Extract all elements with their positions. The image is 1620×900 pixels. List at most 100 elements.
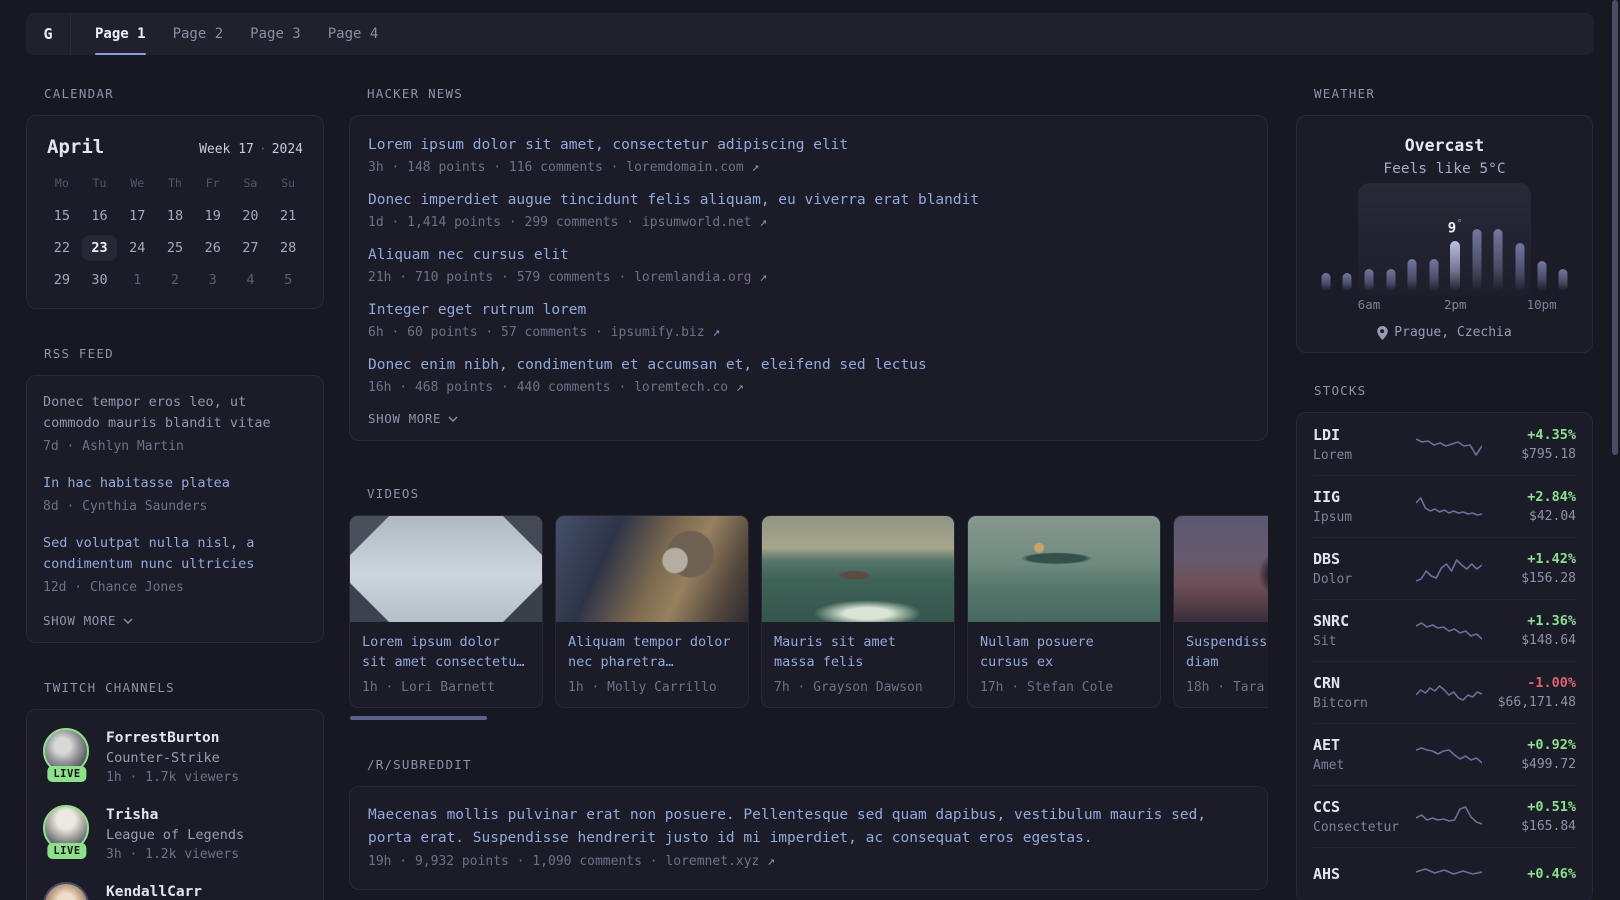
calendar-day: 1 bbox=[118, 264, 156, 296]
calendar-day-number: 24 bbox=[129, 240, 146, 256]
subreddit-post-title[interactable]: Maecenas mollis pulvinar erat non posuer… bbox=[368, 804, 1238, 849]
stock-values: +1.36% $148.64 bbox=[1482, 613, 1576, 648]
app-logo[interactable]: G bbox=[26, 13, 70, 55]
hn-item-title[interactable]: Donec imperdiet augue tincidunt felis al… bbox=[368, 189, 1249, 211]
stock-row[interactable]: AET Amet +0.92% $499.72 bbox=[1313, 723, 1576, 785]
subreddit-card: Maecenas mollis pulvinar erat non posuer… bbox=[349, 786, 1268, 890]
video-card-body: Aliquam tempor dolor nec pharetra… 1h · M… bbox=[556, 622, 748, 707]
stock-values: +2.84% $42.04 bbox=[1482, 489, 1576, 524]
calendar-week-info: Week 17 · 2024 bbox=[199, 142, 303, 157]
video-title[interactable]: Lorem ipsum dolor sit amet consectetu… bbox=[362, 633, 526, 672]
video-card[interactable]: Suspendisse diam 18h · Tara bbox=[1173, 515, 1268, 708]
video-thumbnail[interactable] bbox=[556, 516, 748, 622]
calendar-day: 15 bbox=[43, 200, 81, 232]
hn-item-title[interactable]: Lorem ipsum dolor sit amet, consectetur … bbox=[368, 134, 1249, 156]
video-card[interactable]: Lorem ipsum dolor sit amet consectetu… 1h… bbox=[349, 515, 543, 708]
twitch-channel-name[interactable]: ForrestBurton bbox=[106, 728, 239, 746]
hn-domain-link[interactable]: ipsumworld.net bbox=[642, 215, 759, 230]
hn-item-meta: 6h · 60 points · 57 comments · ipsumify.… bbox=[368, 325, 1249, 340]
weather-bar bbox=[1407, 259, 1417, 291]
stock-row[interactable]: DBS Dolor +1.42% $156.28 bbox=[1313, 537, 1576, 599]
video-card[interactable]: Aliquam tempor dolor nec pharetra… 1h · M… bbox=[555, 515, 749, 708]
weather-widget: WEATHER Overcast Feels like 5°C 9° 6am 2p… bbox=[1296, 86, 1593, 353]
stock-row[interactable]: AHS +0.46% bbox=[1313, 847, 1576, 900]
rss-show-more-button[interactable]: SHOW MORE bbox=[43, 613, 133, 628]
rss-item-title[interactable]: Donec tempor eros leo, ut commodo mauris… bbox=[43, 392, 283, 434]
twitch-channel-name[interactable]: Trisha bbox=[106, 805, 244, 823]
hn-domain-link[interactable]: ipsumify.biz bbox=[611, 325, 713, 340]
weather-bar bbox=[1321, 273, 1331, 291]
stock-row[interactable]: CCS Consectetur +0.51% $165.84 bbox=[1313, 785, 1576, 847]
stock-symbol: AET bbox=[1313, 736, 1341, 754]
hn-item-title[interactable]: Donec enim nibh, condimentum et accumsan… bbox=[368, 354, 1249, 376]
video-meta: 18h · Tara bbox=[1186, 680, 1265, 695]
calendar-day-number: 30 bbox=[91, 272, 108, 288]
videos-section-title: VIDEOS bbox=[367, 486, 420, 501]
stock-name: Bitcorn bbox=[1313, 696, 1368, 711]
stock-row[interactable]: SNRC Sit +1.36% $148.64 bbox=[1313, 599, 1576, 661]
hn-domain-link[interactable]: loremlandia.org bbox=[634, 270, 759, 285]
video-title[interactable]: Suspendisse diam bbox=[1186, 633, 1268, 672]
hackernews-card: Lorem ipsum dolor sit amet, consectetur … bbox=[349, 115, 1268, 441]
rss-item-title[interactable]: Sed volutpat nulla nisl, a condimentum n… bbox=[43, 533, 283, 575]
twitch-channel-name[interactable]: KendallCarr bbox=[106, 882, 202, 900]
video-carousel-scrollbar-thumb[interactable] bbox=[350, 716, 487, 720]
calendar-day-number: 23 bbox=[82, 235, 117, 261]
stock-row[interactable]: LDI Lorem +4.35% $795.18 bbox=[1313, 414, 1576, 475]
twitch-meta: 3h · 1.2k viewers bbox=[106, 847, 240, 862]
stock-change: +1.36% bbox=[1527, 613, 1576, 629]
video-card[interactable]: Mauris sit amet massa felis 7h · Grayson … bbox=[761, 515, 955, 708]
hn-item-info: 1d · 1,414 points · 299 comments · bbox=[368, 215, 642, 230]
external-link-icon: ↗ bbox=[767, 854, 775, 869]
top-nav: G Page 1 Page 2 Page 3 Page 4 bbox=[26, 13, 1594, 55]
stock-identity: DBS Dolor bbox=[1313, 550, 1416, 587]
weather-time-label: 10pm bbox=[1526, 297, 1557, 312]
stock-symbol: IIG bbox=[1313, 488, 1341, 506]
video-carousel: Lorem ipsum dolor sit amet consectetu… 1h… bbox=[349, 515, 1268, 708]
video-card[interactable]: Nullam posuere cursus ex 17h · Stefan Col… bbox=[967, 515, 1161, 708]
hackernews-show-more-button[interactable]: SHOW MORE bbox=[368, 411, 458, 426]
subreddit-domain-link[interactable]: loremnet.xyz bbox=[665, 854, 759, 869]
twitch-avatar[interactable]: LIVE bbox=[43, 728, 91, 782]
calendar-day: 3 bbox=[194, 264, 232, 296]
video-thumbnail[interactable] bbox=[762, 516, 954, 622]
tab-page-3[interactable]: Page 3 bbox=[250, 13, 301, 55]
twitch-channel-info: Trisha League of Legends 3h · 1.2k viewers bbox=[106, 805, 244, 862]
tab-page-1[interactable]: Page 1 bbox=[95, 13, 146, 55]
video-title[interactable]: Aliquam tempor dolor nec pharetra… bbox=[568, 633, 732, 672]
stocks-list: LDI Lorem +4.35% $795.18 IIG Ipsum +2.84% $42.0… bbox=[1313, 414, 1576, 900]
tab-page-4[interactable]: Page 4 bbox=[328, 13, 379, 55]
hn-domain-link[interactable]: loremdomain.com bbox=[626, 160, 751, 175]
stock-row[interactable]: IIG Ipsum +2.84% $42.04 bbox=[1313, 475, 1576, 537]
chevron-down-icon bbox=[123, 618, 133, 624]
video-title[interactable]: Nullam posuere cursus ex bbox=[980, 633, 1144, 672]
twitch-avatar[interactable] bbox=[43, 882, 91, 900]
stock-row[interactable]: CRN Bitcorn -1.00% $66,171.48 bbox=[1313, 661, 1576, 723]
tab-page-2[interactable]: Page 2 bbox=[173, 13, 224, 55]
weather-time-axis: 6am 2pm 10pm bbox=[1315, 297, 1574, 313]
twitch-avatar[interactable]: LIVE bbox=[43, 805, 91, 859]
twitch-channel-list: LIVE ForrestBurton Counter-Strike 1h · 1.7k… bbox=[43, 728, 307, 900]
calendar-day: 5 bbox=[269, 264, 307, 296]
subreddit-section-title: /R/SUBREDDIT bbox=[367, 757, 472, 772]
chevron-down-icon bbox=[448, 416, 458, 422]
calendar-day: 20 bbox=[232, 200, 270, 232]
page-scrollbar-thumb[interactable] bbox=[1612, 0, 1618, 455]
calendar-weekday: Fr bbox=[205, 176, 220, 190]
hn-item-title[interactable]: Integer eget rutrum lorem bbox=[368, 299, 1249, 321]
video-meta: 17h · Stefan Cole bbox=[980, 680, 1114, 695]
hn-item-info: 21h · 710 points · 579 comments · bbox=[368, 270, 635, 285]
video-title[interactable]: Mauris sit amet massa felis bbox=[774, 633, 938, 672]
hn-domain-link[interactable]: loremtech.co bbox=[634, 380, 736, 395]
hn-item-title[interactable]: Aliquam nec cursus elit bbox=[368, 244, 1249, 266]
stock-name: Ipsum bbox=[1313, 510, 1353, 525]
video-thumbnail[interactable] bbox=[350, 516, 542, 622]
stock-identity: IIG Ipsum bbox=[1313, 488, 1416, 525]
rss-item-title[interactable]: In hac habitasse platea bbox=[43, 473, 283, 494]
video-thumbnail[interactable] bbox=[968, 516, 1160, 622]
stock-name: Sit bbox=[1313, 634, 1337, 649]
video-thumbnail[interactable] bbox=[1174, 516, 1268, 622]
calendar-day-number: 22 bbox=[53, 240, 70, 256]
stock-sparkline bbox=[1416, 860, 1483, 888]
show-more-label: SHOW MORE bbox=[368, 411, 442, 426]
